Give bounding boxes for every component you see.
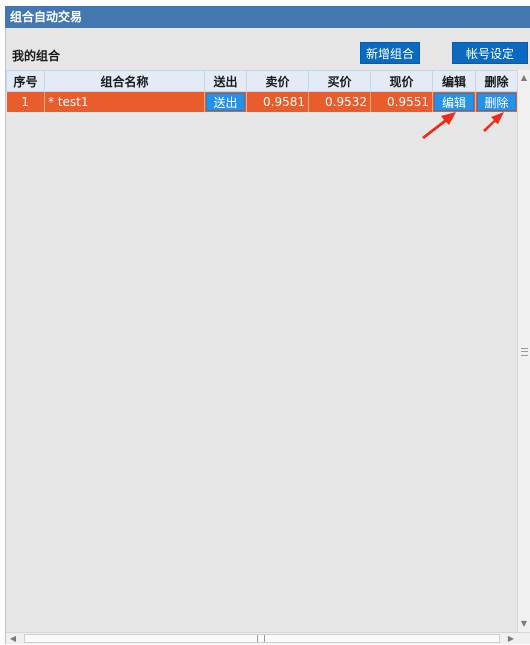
header-send[interactable]: 送出 bbox=[204, 70, 247, 92]
send-button[interactable]: 送出 bbox=[206, 93, 245, 111]
horizontal-grip-icon[interactable] bbox=[257, 635, 265, 642]
toolbar: 我的组合 新增组合 帐号设定 bbox=[6, 40, 530, 68]
send-cell: 送出 bbox=[204, 91, 247, 112]
header-ask[interactable]: 卖价 bbox=[246, 70, 309, 92]
row-last-price: 0.9551 bbox=[370, 91, 433, 112]
section-title: 我的组合 bbox=[12, 49, 61, 63]
header-index[interactable]: 序号 bbox=[6, 70, 45, 92]
header-bid[interactable]: 买价 bbox=[308, 70, 371, 92]
row-bid-price: 0.9532 bbox=[308, 91, 371, 112]
scroll-left-arrow-icon[interactable]: ◀ bbox=[6, 633, 20, 645]
new-portfolio-button[interactable]: 新增组合 bbox=[360, 42, 420, 64]
header-name[interactable]: 组合名称 bbox=[44, 70, 205, 92]
edit-button[interactable]: 编辑 bbox=[434, 93, 474, 111]
delete-button[interactable]: 删除 bbox=[477, 93, 516, 111]
portfolio-window: 组合自动交易 我的组合 新增组合 帐号设定 序号 组合名称 送出 卖价 买价 现… bbox=[0, 0, 530, 644]
vertical-scrollbar[interactable]: ▲ ▼ bbox=[517, 70, 530, 632]
header-edit[interactable]: 编辑 bbox=[432, 70, 476, 92]
row-ask-price: 0.9581 bbox=[246, 91, 309, 112]
header-last[interactable]: 现价 bbox=[370, 70, 433, 92]
account-settings-button[interactable]: 帐号设定 bbox=[452, 42, 528, 64]
delete-cell: 删除 bbox=[475, 91, 518, 112]
header-delete[interactable]: 删除 bbox=[475, 70, 518, 92]
row-portfolio-name[interactable]: * test1 bbox=[44, 91, 205, 112]
scroll-right-arrow-icon[interactable]: ▶ bbox=[504, 633, 518, 645]
scroll-up-arrow-icon[interactable]: ▲ bbox=[518, 70, 530, 86]
scroll-grip-icon[interactable] bbox=[521, 348, 528, 356]
scroll-down-arrow-icon[interactable]: ▼ bbox=[518, 616, 530, 632]
row-index: 1 bbox=[6, 91, 45, 112]
edit-cell: 编辑 bbox=[432, 91, 476, 112]
horizontal-scrollbar[interactable]: ◀ ▶ bbox=[6, 632, 530, 644]
content-panel bbox=[5, 28, 530, 644]
window-title: 组合自动交易 bbox=[5, 6, 530, 28]
table-row[interactable]: 1 * test1 送出 0.9581 0.9532 0.9551 编辑 删除 bbox=[6, 91, 518, 112]
portfolio-table: 序号 组合名称 送出 卖价 买价 现价 编辑 删除 1 * test1 送出 0… bbox=[6, 70, 518, 112]
table-header-row: 序号 组合名称 送出 卖价 买价 现价 编辑 删除 bbox=[6, 70, 518, 92]
